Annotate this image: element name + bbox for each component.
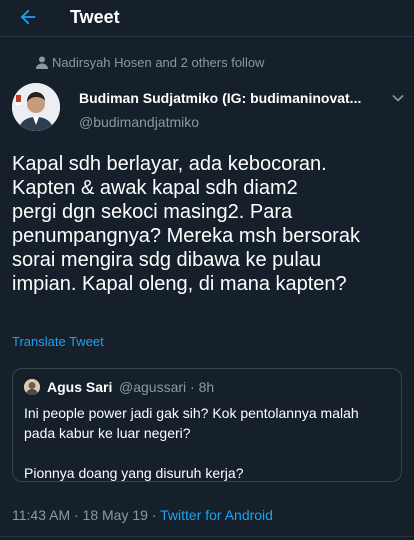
tweet-text-line: Kapal sdh berlayar, ada kebocoran. — [12, 153, 327, 175]
divider — [0, 536, 414, 537]
tweet-text-line: penumpangnya? Mereka msh bersorak — [12, 225, 360, 247]
tweet-source-link[interactable]: Twitter for Android — [160, 507, 273, 523]
top-bar: Tweet — [0, 0, 414, 37]
quoted-text-line — [24, 443, 394, 463]
quoted-author-name: Agus Sari — [47, 379, 113, 395]
quoted-text-line: pada kabur ke luar negeri? — [24, 425, 191, 441]
author-handle[interactable]: @budimandjatmiko — [79, 114, 199, 131]
quoted-text-line: Ini people power jadi gak sih? Kok pento… — [24, 405, 359, 421]
page-title: Tweet — [70, 7, 120, 27]
author-name[interactable]: Budiman Sudjatmiko (IG: budimaninovat... — [79, 90, 384, 107]
chevron-down-icon[interactable] — [391, 91, 405, 105]
person-icon — [36, 56, 48, 69]
tweet-metadata: 11:43 AM · 18 May 19 · Twitter for Andro… — [12, 507, 273, 524]
tweet-text: Kapal sdh berlayar, ada kebocoran. Kapte… — [12, 152, 408, 296]
quoted-author-handle: @agussari · 8h — [119, 379, 215, 395]
quoted-text: Ini people power jadi gak sih? Kok pento… — [24, 403, 394, 483]
quoted-text-line: Pionnya doang yang disuruh kerja? — [24, 465, 244, 481]
translate-tweet-link[interactable]: Translate Tweet — [12, 334, 104, 350]
quoted-avatar-image — [24, 379, 40, 395]
back-arrow-icon[interactable] — [17, 6, 39, 28]
avatar-image — [12, 83, 60, 131]
tweet-timestamp: 11:43 AM · 18 May 19 · — [12, 507, 161, 523]
social-context[interactable]: Nadirsyah Hosen and 2 others follow — [36, 55, 265, 71]
tweet-text-line: impian. Kapal oleng, di mana kapten? — [12, 273, 347, 295]
author-avatar[interactable] — [12, 83, 60, 131]
tweet-text-line: pergi dgn sekoci masing2. Para — [12, 201, 293, 223]
quoted-avatar — [24, 379, 40, 395]
tweet-text-line: Kapten & awak kapal sdh diam2 — [12, 177, 298, 199]
social-context-text: Nadirsyah Hosen and 2 others follow — [52, 55, 265, 70]
tweet-detail-screen: Tweet Nadirsyah Hosen and 2 others follo… — [0, 0, 414, 540]
tweet-text-line: sorai mengira sdg dibawa ke pulau — [12, 249, 322, 271]
quoted-tweet[interactable]: Agus Sari @agussari · 8h Ini people powe… — [12, 368, 402, 482]
